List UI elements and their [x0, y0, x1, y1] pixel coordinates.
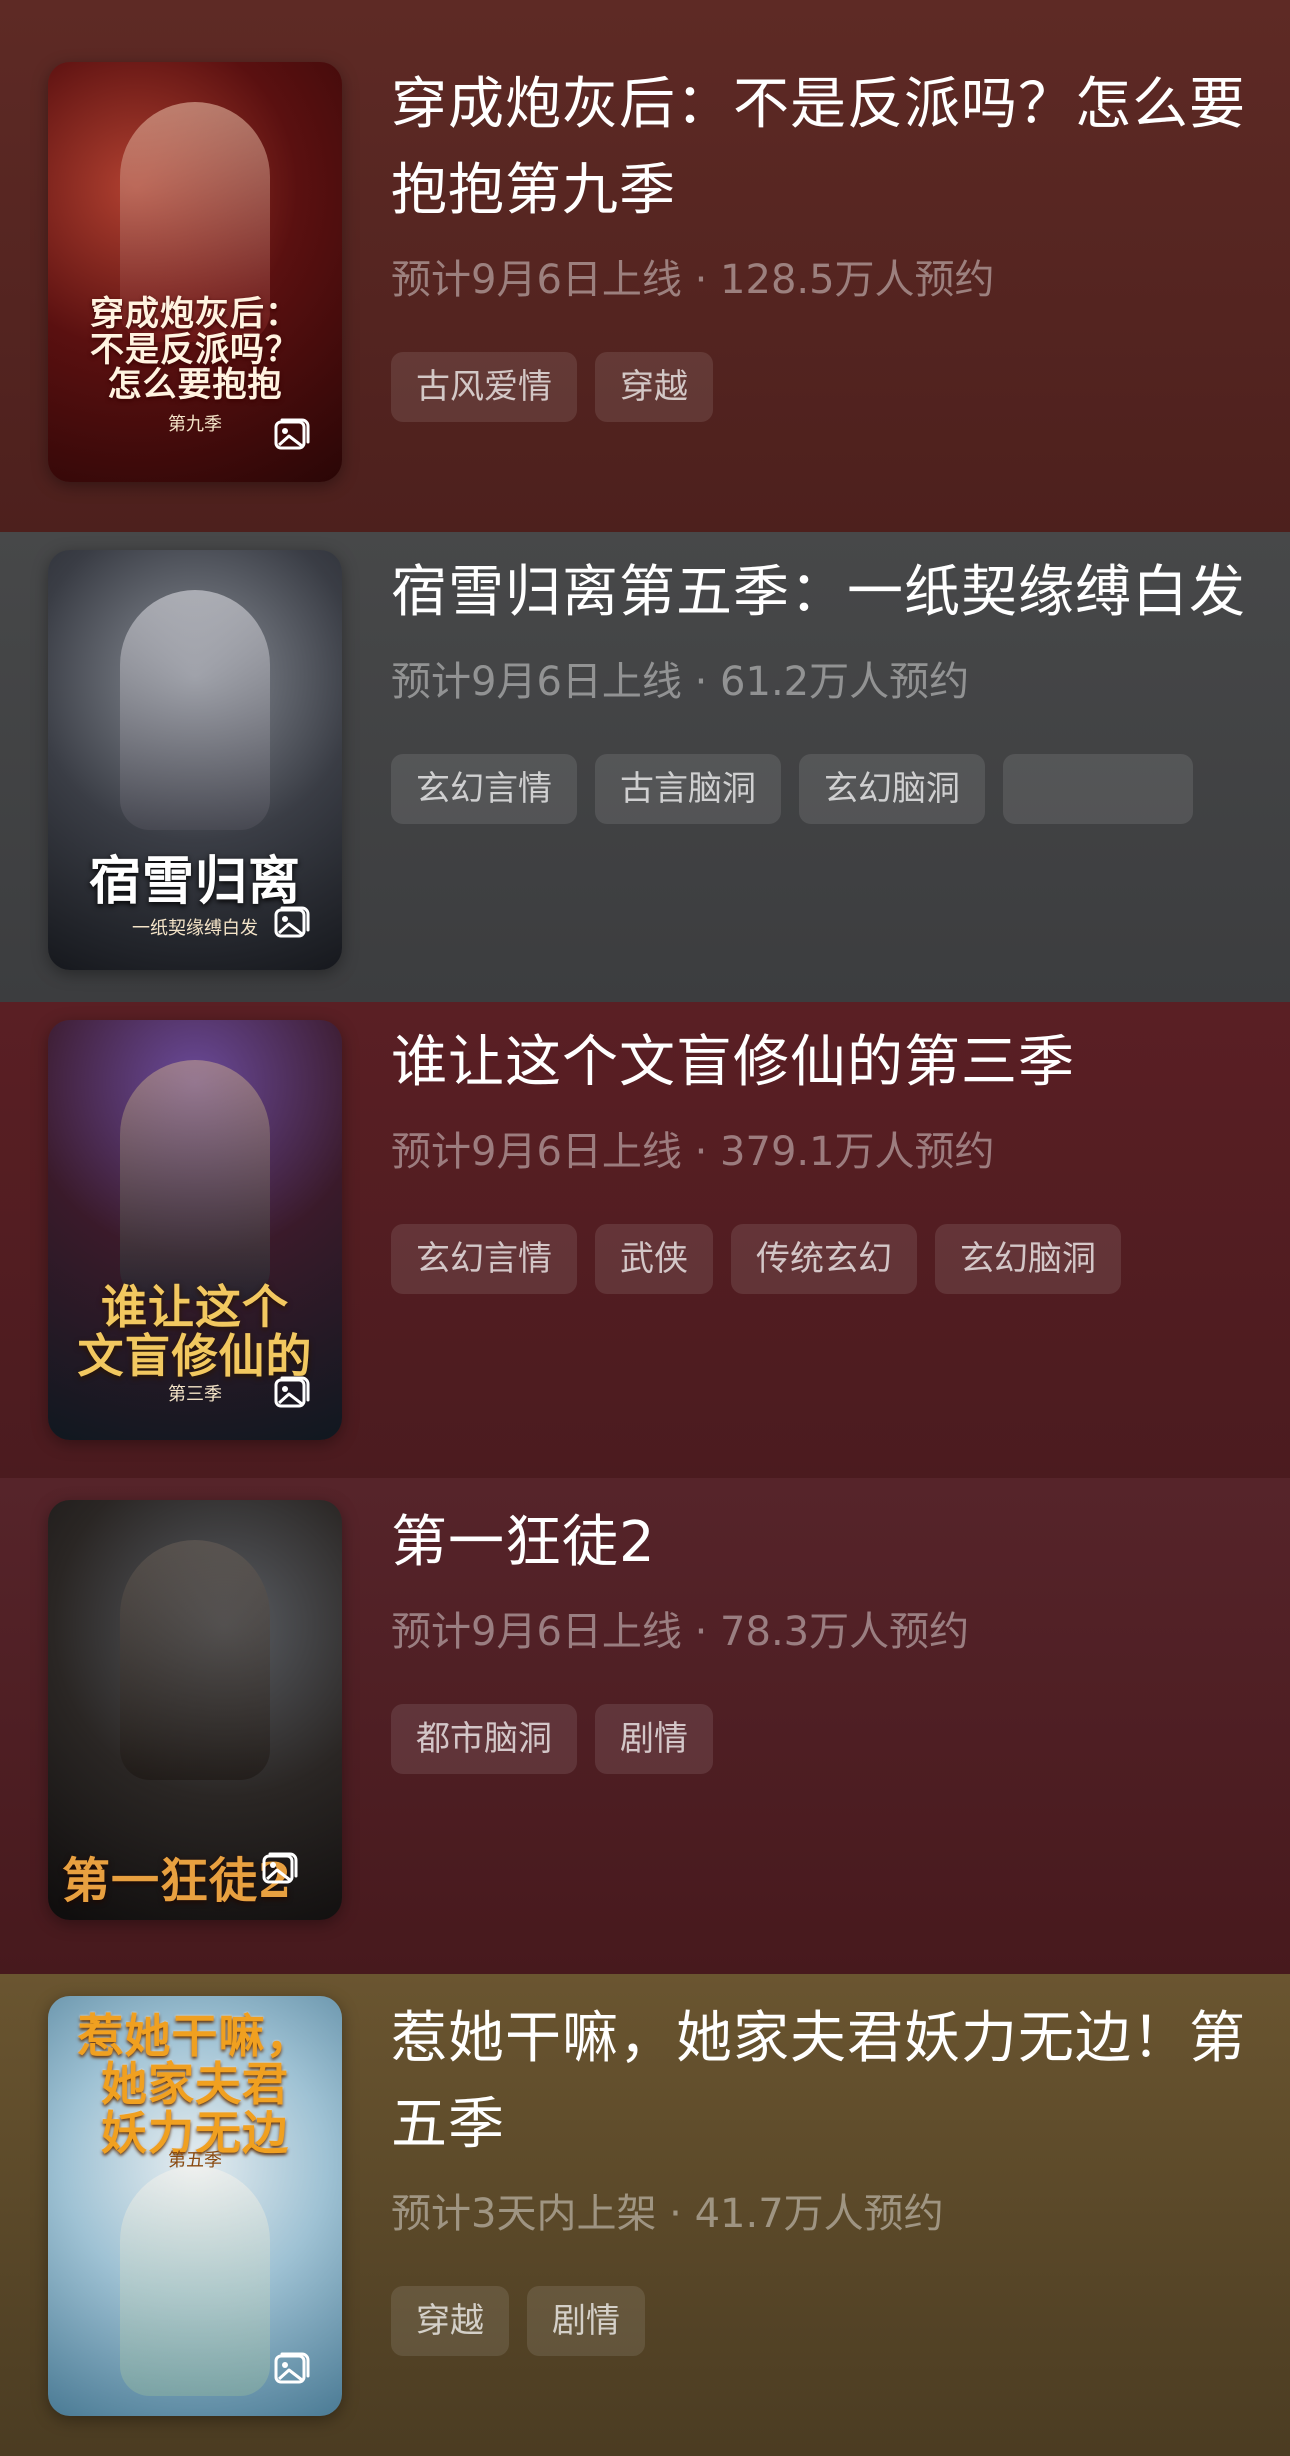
genre-tag[interactable]: 武侠: [595, 1224, 713, 1294]
cover-title-art: 惹她干嘛， 她家夫君 妖力无边: [77, 2009, 313, 2160]
drama-title[interactable]: 第一狂徒2: [391, 1500, 1250, 1586]
drama-info: 穿成炮灰后：不是反派吗？怎么要抱抱第九季 预计9月6日上线 · 128.5万人预…: [391, 62, 1250, 422]
genre-tag[interactable]: 剧情: [595, 1704, 713, 1774]
drama-title[interactable]: 惹她干嘛，她家夫君妖力无边！第五季: [391, 1996, 1250, 2168]
drama-title[interactable]: 谁让这个文盲修仙的第三季: [391, 1020, 1250, 1106]
cover-artwork: [120, 1540, 270, 1780]
drama-item[interactable]: 第一狂徒2 第一狂徒2 预计9月6日上线 · 78.3万人预约 都市脑洞 剧情: [0, 1478, 1290, 1974]
tag-list: 穿越 剧情: [391, 2286, 1250, 2356]
image-icon: [262, 1852, 298, 1884]
drama-item[interactable]: 宿雪归离 一纸契缘缚白发 宿雪归离第五季：一纸契缘缚白发 预计9月6日上线 · …: [0, 532, 1290, 1002]
tag-list: 玄幻言情 古言脑洞 玄幻脑洞: [391, 754, 1250, 824]
drama-info: 惹她干嘛，她家夫君妖力无边！第五季 预计3天内上架 · 41.7万人预约 穿越 …: [391, 1996, 1250, 2356]
cover-image[interactable]: 穿成炮灰后： 不是反派吗？ 怎么要抱抱 第九季: [48, 62, 342, 482]
release-info: 预计9月6日上线 · 61.2万人预约: [391, 659, 970, 705]
release-info: 预计9月6日上线 · 78.3万人预约: [391, 1609, 970, 1655]
cover-artwork: [120, 1060, 270, 1300]
image-icon: [274, 1376, 310, 1408]
drama-info: 第一狂徒2 预计9月6日上线 · 78.3万人预约 都市脑洞 剧情: [391, 1500, 1250, 1774]
drama-list: 穿成炮灰后： 不是反派吗？ 怎么要抱抱 第九季 穿成炮灰后：不是反派吗？怎么要抱…: [0, 0, 1290, 2456]
genre-tag[interactable]: 穿越: [391, 2286, 509, 2356]
genre-tag[interactable]: 穿越: [595, 352, 713, 422]
drama-title[interactable]: 穿成炮灰后：不是反派吗？怎么要抱抱第九季: [391, 62, 1250, 234]
cover-title-art: 谁让这个 文盲修仙的: [77, 1280, 313, 1383]
cover-subtitle-art: 第五季: [168, 2150, 222, 2171]
cover-artwork: [120, 590, 270, 830]
cover-image[interactable]: 第一狂徒2: [48, 1500, 342, 1920]
drama-info: 谁让这个文盲修仙的第三季 预计9月6日上线 · 379.1万人预约 玄幻言情 武…: [391, 1020, 1250, 1294]
genre-tag[interactable]: 古风爱情: [391, 352, 577, 422]
genre-tag[interactable]: 都市脑洞: [391, 1704, 577, 1774]
drama-title[interactable]: 宿雪归离第五季：一纸契缘缚白发: [391, 550, 1250, 636]
drama-item[interactable]: 穿成炮灰后： 不是反派吗？ 怎么要抱抱 第九季 穿成炮灰后：不是反派吗？怎么要抱…: [0, 0, 1290, 532]
tag-list: 玄幻言情 武侠 传统玄幻 玄幻脑洞: [391, 1224, 1250, 1294]
drama-info: 宿雪归离第五季：一纸契缘缚白发 预计9月6日上线 · 61.2万人预约 玄幻言情…: [391, 550, 1250, 824]
tag-list: 都市脑洞 剧情: [391, 1704, 1250, 1774]
image-icon: [274, 906, 310, 938]
cover-image[interactable]: 谁让这个 文盲修仙的 第三季: [48, 1020, 342, 1440]
genre-tag[interactable]: 玄幻脑洞: [799, 754, 985, 824]
image-icon: [274, 418, 310, 450]
drama-item[interactable]: 谁让这个 文盲修仙的 第三季 谁让这个文盲修仙的第三季 预计9月6日上线 · 3…: [0, 1002, 1290, 1478]
release-info: 预计3天内上架 · 41.7万人预约: [391, 2191, 944, 2237]
tag-list: 古风爱情 穿越: [391, 352, 1250, 422]
cover-artwork: [120, 2166, 270, 2396]
cover-title-art: 穿成炮灰后： 不是反派吗？ 怎么要抱抱: [90, 293, 300, 406]
genre-tag[interactable]: 玄幻言情: [391, 1224, 577, 1294]
cover-image[interactable]: 宿雪归离 一纸契缘缚白发: [48, 550, 342, 970]
cover-image[interactable]: 惹她干嘛， 她家夫君 妖力无边 第五季: [48, 1996, 342, 2416]
image-icon: [274, 2352, 310, 2384]
release-info: 预计9月6日上线 · 128.5万人预约: [391, 257, 995, 303]
release-info: 预计9月6日上线 · 379.1万人预约: [391, 1129, 995, 1175]
genre-tag[interactable]: 玄幻言情: [391, 754, 577, 824]
genre-tag[interactable]: 剧情: [527, 2286, 645, 2356]
genre-tag[interactable]: 古言脑洞: [595, 754, 781, 824]
drama-item[interactable]: 惹她干嘛， 她家夫君 妖力无边 第五季 惹她干嘛，她家夫君妖力无边！第五季 预计…: [0, 1974, 1290, 2456]
genre-tag-faded[interactable]: [1003, 754, 1193, 824]
genre-tag[interactable]: 传统玄幻: [731, 1224, 917, 1294]
genre-tag[interactable]: 玄幻脑洞: [935, 1224, 1121, 1294]
